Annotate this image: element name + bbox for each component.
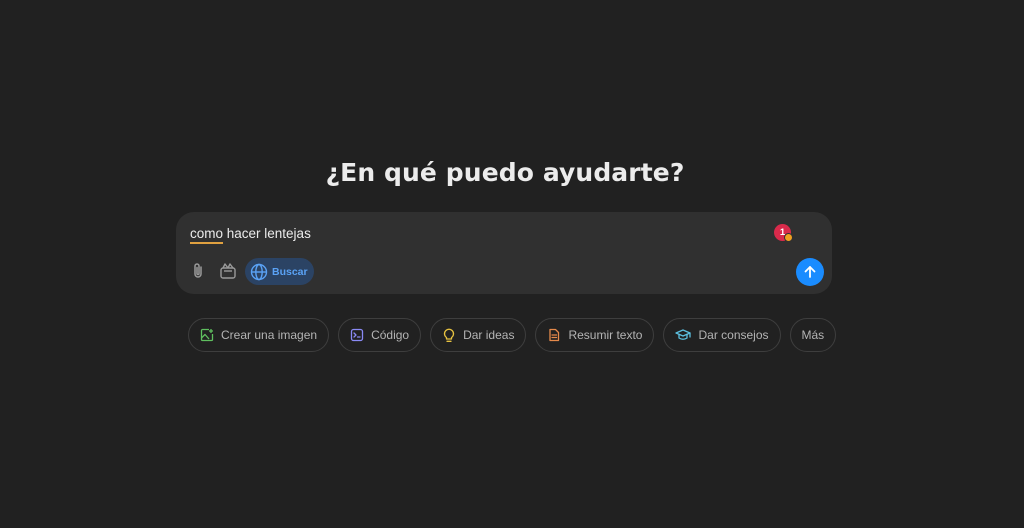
prompt-composer: como hacer lentejas 1 Buscar xyxy=(176,212,832,294)
tools-button[interactable] xyxy=(216,259,240,283)
search-toggle-button[interactable]: Buscar xyxy=(245,258,314,285)
grammar-status-dot xyxy=(784,233,793,242)
page-title: ¿En qué puedo ayudarte? xyxy=(325,158,685,187)
terminal-icon xyxy=(350,328,364,342)
graduation-cap-icon xyxy=(675,329,692,340)
attach-button[interactable] xyxy=(186,259,210,283)
chip-label: Dar ideas xyxy=(463,328,515,342)
suggestion-chips: Crear una imagen Código Dar ideas Resumi… xyxy=(188,318,837,352)
page: ¿En qué puedo ayudarte? como hacer lente… xyxy=(0,0,1024,528)
chip-summarize[interactable]: Resumir texto xyxy=(535,318,655,352)
chip-label: Código xyxy=(371,328,410,342)
chip-ideas[interactable]: Dar ideas xyxy=(430,318,527,352)
chip-label: Resumir texto xyxy=(568,328,643,342)
chip-label: Más xyxy=(801,328,825,342)
document-icon xyxy=(549,328,560,342)
grammar-check-badge[interactable]: 1 xyxy=(774,224,793,242)
chip-label: Crear una imagen xyxy=(221,328,318,342)
prompt-input[interactable]: como hacer lentejas xyxy=(190,226,311,244)
globe-icon xyxy=(250,263,268,280)
search-toggle-label: Buscar xyxy=(272,265,308,278)
chip-code[interactable]: Código xyxy=(338,318,422,352)
paperclip-icon xyxy=(194,263,202,278)
image-icon xyxy=(200,328,214,342)
chip-label: Dar consejos xyxy=(698,328,769,342)
send-button[interactable] xyxy=(796,258,824,286)
tools-icon xyxy=(220,263,236,279)
chip-create-image[interactable]: Crear una imagen xyxy=(188,318,330,352)
chip-more[interactable]: Más xyxy=(789,318,837,352)
prompt-input-text: hacer lentejas xyxy=(223,226,311,241)
arrow-up-icon xyxy=(804,266,816,278)
lightbulb-icon xyxy=(444,328,455,342)
misspelled-word[interactable]: como xyxy=(190,226,224,244)
chip-advice[interactable]: Dar consejos xyxy=(663,318,781,352)
